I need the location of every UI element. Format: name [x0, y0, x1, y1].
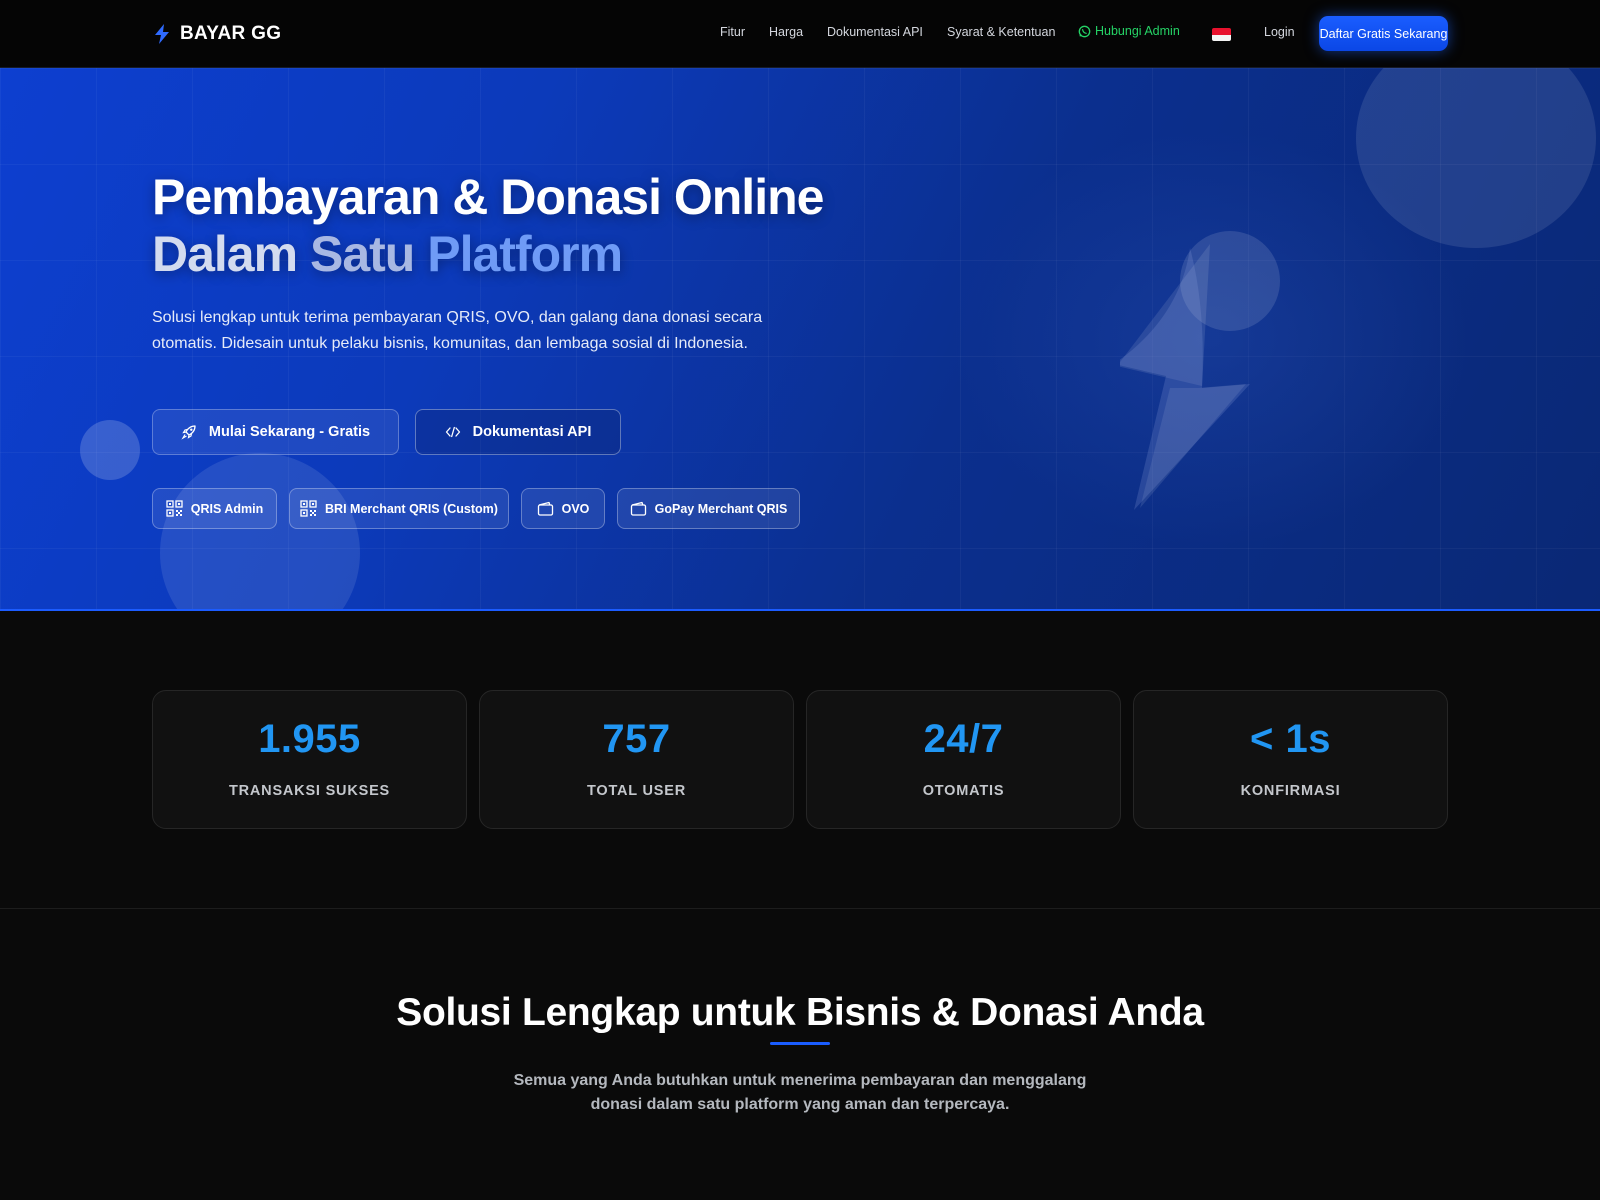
stat-value: 757: [602, 717, 671, 761]
wallet-icon: [630, 501, 646, 516]
payment-method-bri-merchant[interactable]: BRI Merchant QRIS (Custom): [289, 488, 509, 529]
features-subtitle: Semua yang Anda butuhkan untuk menerima …: [513, 1072, 1087, 1113]
stat-value: 24/7: [923, 717, 1004, 761]
nav-link-dokumentasi-api[interactable]: Dokumentasi API: [827, 25, 923, 39]
stat-label: TOTAL USER: [586, 783, 687, 799]
hero-title-line2: Dalam Satu Platform: [152, 226, 823, 283]
payment-method-qris-admin[interactable]: QRIS Admin: [152, 488, 277, 529]
stat-value: 1.955: [258, 717, 361, 761]
stat-card-transaksi: 1.955 TRANSAKSI SUKSES: [152, 690, 467, 829]
stat-value: < 1s: [1250, 717, 1331, 761]
stat-card-otomatis: 24/7 OTOMATIS: [806, 690, 1121, 829]
nav-link-harga[interactable]: Harga: [769, 25, 803, 39]
features-title: Solusi Lengkap untuk Bisnis & Donasi And…: [396, 991, 1204, 1034]
nav-link-syarat-ketentuan[interactable]: Syarat & Ketentuan: [947, 25, 1055, 39]
hero-description: Solusi lengkap untuk terima pembayaran Q…: [152, 309, 763, 352]
stats-section: 1.955 TRANSAKSI SUKSES 757 TOTAL USER 24…: [0, 611, 1600, 909]
whatsapp-icon: [1078, 25, 1091, 37]
hero-title-word-platform: Platform: [427, 226, 623, 282]
code-icon: [445, 426, 460, 438]
hero-title: Pembayaran & Donasi Online Dalam Satu Pl…: [152, 169, 824, 283]
nav-link-fitur[interactable]: Fitur: [720, 25, 745, 39]
hero-title-line1: Pembayaran & Donasi Online: [152, 169, 824, 225]
stat-card-total-user: 757 TOTAL USER: [479, 690, 794, 829]
dokumentasi-api-button[interactable]: Dokumentasi API: [415, 409, 621, 455]
decorative-circle: [80, 420, 140, 480]
hero-title-word-satu: Satu: [309, 226, 415, 282]
payment-method-label: BRI Merchant QRIS (Custom): [325, 501, 498, 516]
nav-link-hubungi-admin[interactable]: Hubungi Admin: [1078, 24, 1180, 38]
hero-title-word-dalam: Dalam: [152, 226, 298, 282]
hero-section: Pembayaran & Donasi Online Dalam Satu Pl…: [0, 68, 1600, 611]
stat-label: TRANSAKSI SUKSES: [228, 783, 391, 799]
rocket-icon: [181, 425, 196, 440]
indonesia-flag-icon[interactable]: [1212, 28, 1231, 41]
title-underline: [770, 1042, 830, 1045]
lightning-bolt-illustration: [1120, 244, 1250, 510]
dokumentasi-api-label: Dokumentasi API: [472, 424, 592, 440]
daftar-gratis-button[interactable]: Daftar Gratis Sekarang: [1319, 16, 1448, 51]
qr-icon: [166, 500, 183, 517]
stat-label: KONFIRMASI: [1240, 783, 1341, 799]
mulai-sekarang-button[interactable]: Mulai Sekarang - Gratis: [152, 409, 399, 455]
mulai-sekarang-label: Mulai Sekarang - Gratis: [208, 424, 371, 440]
features-section: Solusi Lengkap untuk Bisnis & Donasi And…: [0, 909, 1600, 1200]
brand-name: BAYAR GG: [180, 23, 282, 44]
payment-method-gopay[interactable]: GoPay Merchant QRIS: [617, 488, 800, 529]
brand-logo[interactable]: BAYAR GG: [152, 20, 281, 48]
stat-card-konfirmasi: < 1s KONFIRMASI: [1133, 690, 1448, 829]
wallet-icon: [537, 501, 553, 516]
top-navbar: BAYAR GG Fitur Harga Dokumentasi API Sya…: [0, 0, 1600, 68]
hubungi-admin-label: Hubungi Admin: [1095, 24, 1180, 38]
stat-label: OTOMATIS: [922, 783, 1005, 799]
payment-method-label: GoPay Merchant QRIS: [654, 501, 788, 516]
payment-method-label: QRIS Admin: [190, 501, 264, 516]
lightning-icon: [155, 24, 169, 44]
payment-method-ovo[interactable]: OVO: [521, 488, 605, 529]
login-link[interactable]: Login: [1264, 25, 1295, 39]
payment-method-label: OVO: [561, 501, 590, 516]
qr-icon: [300, 500, 317, 517]
